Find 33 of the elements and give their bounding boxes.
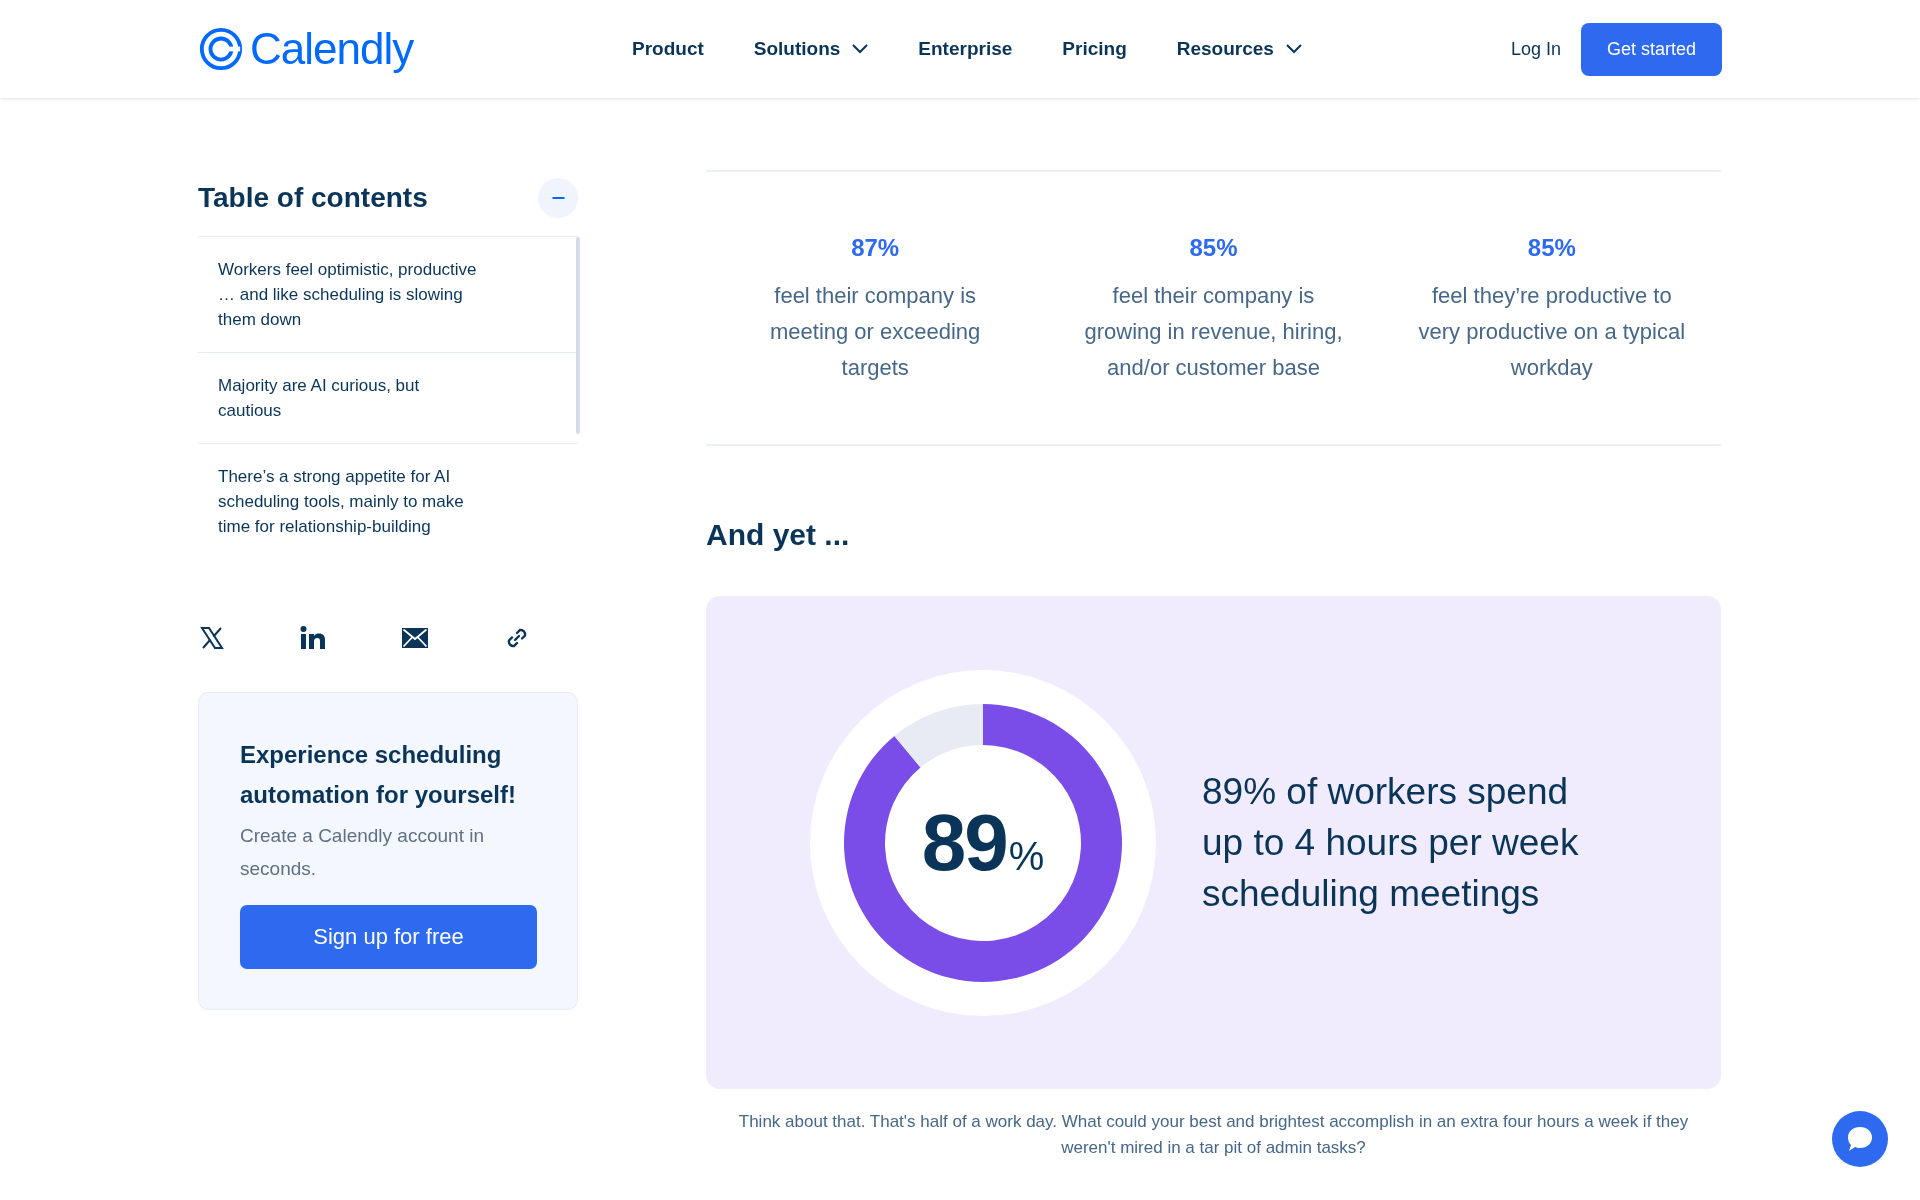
statistic-text: feel their company is meeting or exceeding targets xyxy=(769,282,982,382)
statistic-value: 85% xyxy=(1527,234,1576,262)
statistic-text: 89% of workers spend up to 4 hours per week scheduling meetings xyxy=(1202,770,1580,916)
section-heading: And yet ... xyxy=(706,518,851,552)
nav-link[interactable]: Pricing xyxy=(1062,38,1127,60)
chat-bubble-icon xyxy=(1845,1124,1875,1154)
caption: Think about that. That's half of a work day. What could your best and brightest accomplish in an extra four hours a week if they weren't mired in a tar pit of admin tasks? xyxy=(737,1111,1690,1159)
nav-link[interactable]: Enterprise xyxy=(918,38,1013,60)
linkedin-icon[interactable] xyxy=(300,626,326,650)
logo-icon xyxy=(198,26,244,72)
mail-icon[interactable] xyxy=(402,628,428,648)
get-started-button[interactable]: Get started xyxy=(1580,22,1722,76)
card-heading: Experience scheduling automation for yourself! xyxy=(240,740,517,810)
nav-dropdown[interactable]: Resources xyxy=(1176,38,1302,60)
percentage-value: 89% xyxy=(921,796,1045,889)
statistic-value: 85% xyxy=(1189,234,1238,262)
calendly-logo[interactable]: Calendly xyxy=(198,24,498,74)
sign-up-button[interactable]: Sign up for free xyxy=(240,905,537,969)
card-text: Create a Calendly account in seconds. xyxy=(240,824,485,881)
nav-link[interactable]: Product xyxy=(632,38,704,60)
log-in-link[interactable]: Log In xyxy=(1510,38,1561,60)
chat-button[interactable] xyxy=(1832,1111,1888,1167)
scrollbar[interactable] xyxy=(576,237,580,434)
minus-icon xyxy=(551,197,565,199)
nav-dropdown[interactable]: Solutions xyxy=(753,38,869,60)
toc-heading: Table of contents xyxy=(198,182,428,214)
statistic-text: feel they’re productive to very productive on a typical workday xyxy=(1417,282,1687,382)
chevron-down-icon xyxy=(852,44,869,54)
x-icon[interactable] xyxy=(200,626,224,650)
statistic-value: 87% xyxy=(851,234,900,262)
toc-link[interactable]: There’s a strong appetite for AI scheduling tools, mainly to make time for relationship-building xyxy=(198,444,578,559)
statistic-text: feel their company is growing in revenue, hiring, and/or customer base xyxy=(1083,282,1344,382)
chevron-down-icon xyxy=(1285,44,1302,54)
